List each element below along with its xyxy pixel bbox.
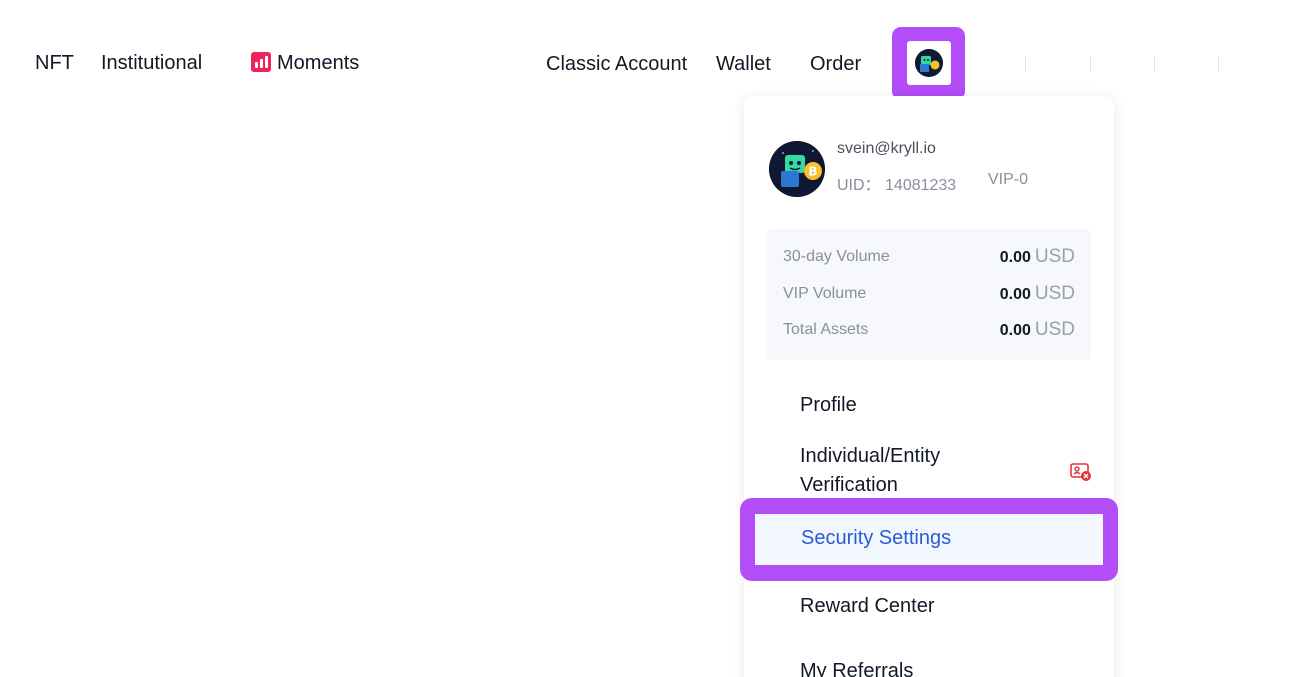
nav-item-moments[interactable]: Moments (251, 50, 359, 76)
nav-divider (1090, 56, 1091, 72)
stat-amount: 0.00 (999, 249, 1031, 266)
vip-level: VIP-0 (988, 171, 1029, 188)
account-dropdown: B svein@kryll.io UID： 14081233 VIP-0 30-… (744, 96, 1114, 677)
account-uid: UID： 14081233 (837, 171, 956, 195)
nav-item-classic-account[interactable]: Classic Account (546, 51, 687, 77)
stat-amount: 0.00 (999, 286, 1031, 303)
menu-item-profile[interactable]: Profile (800, 391, 857, 420)
uid-value: 14081233 (885, 177, 957, 194)
stat-row: 30-day Volume 0.00 USD (783, 246, 1075, 268)
id-card-error-icon (1070, 463, 1091, 481)
svg-text:B: B (808, 165, 817, 179)
nav-divider (1154, 56, 1155, 72)
stat-row: VIP Volume 0.00 USD (783, 283, 1075, 305)
stat-row: Total Assets 0.00 USD (783, 319, 1075, 341)
avatar-button[interactable] (907, 41, 951, 85)
stat-value: 0.00 USD (1000, 319, 1075, 341)
stat-label: VIP Volume (783, 285, 867, 302)
bar-chart-icon (251, 52, 271, 72)
menu-item-my-referrals[interactable]: My Referrals (800, 657, 913, 677)
nav-divider (1025, 56, 1026, 72)
stat-unit: USD (1034, 319, 1075, 340)
robot-avatar-icon: B (769, 141, 825, 197)
page: NFT Institutional Moments Classic Accoun… (0, 0, 1309, 677)
menu-item-verification[interactable]: Individual/Entity Verification (800, 442, 940, 500)
stat-amount: 0.00 (999, 322, 1031, 339)
nav-item-wallet[interactable]: Wallet (716, 51, 771, 77)
stats-panel: 30-day Volume 0.00 USD VIP Volume 0.00 USD… (767, 229, 1091, 360)
stat-unit: USD (1034, 283, 1075, 304)
nav-divider (1218, 56, 1219, 72)
robot-avatar-icon (915, 49, 943, 77)
nav-item-order[interactable]: Order (810, 51, 861, 77)
verification-line2: Verification (800, 474, 898, 496)
nav-item-moments-label: Moments (277, 52, 360, 74)
stat-label: Total Assets (783, 321, 869, 338)
nav-item-institutional[interactable]: Institutional (101, 50, 202, 76)
menu-item-security-settings[interactable]: Security Settings (801, 524, 951, 553)
menu-item-reward-center[interactable]: Reward Center (800, 592, 935, 621)
stat-label: 30-day Volume (783, 248, 890, 265)
stat-unit: USD (1034, 246, 1075, 267)
uid-label: UID： (837, 177, 881, 194)
account-email: svein@kryll.io (837, 140, 936, 157)
stat-value: 0.00 USD (1000, 283, 1075, 305)
stat-value: 0.00 USD (1000, 246, 1075, 268)
nav-item-nft[interactable]: NFT (35, 50, 74, 76)
verification-line1: Individual/Entity (800, 445, 941, 467)
